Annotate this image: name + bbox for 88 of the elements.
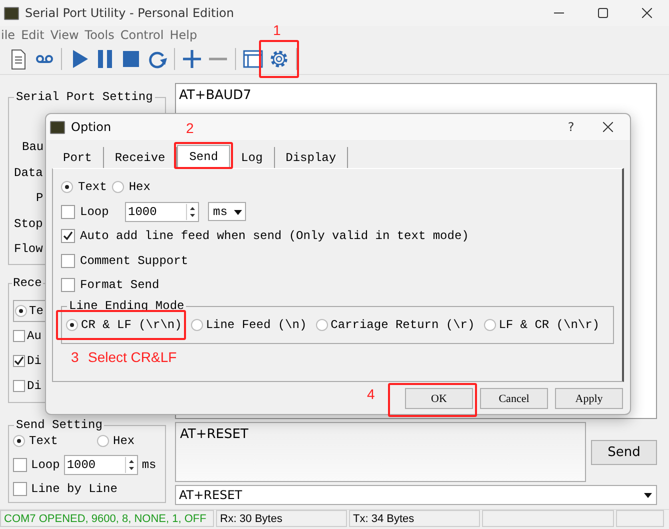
field-label: P <box>36 191 44 205</box>
help-button[interactable]: ? <box>556 120 586 134</box>
option-label: Auto add line feed when send (Only valid in text mode) <box>80 229 469 244</box>
option-label: Line by Line <box>31 482 118 496</box>
checkbox[interactable] <box>13 482 27 496</box>
app-icon <box>50 120 65 134</box>
dialog-title: Option <box>71 120 112 134</box>
settings-icon <box>268 48 290 70</box>
option-label: Format Send <box>80 278 160 292</box>
step-number: 1 <box>273 22 281 38</box>
field-label: Bau <box>22 140 44 154</box>
option-label: Comment Support <box>80 254 188 268</box>
number-field[interactable]: 1000 <box>125 202 199 222</box>
menu-item[interactable]: Control <box>120 28 164 42</box>
checkbox[interactable] <box>13 330 25 342</box>
maximize-icon[interactable] <box>598 8 608 18</box>
option-label: Carriage Return (\r) <box>330 318 475 332</box>
checkbox[interactable] <box>13 380 25 392</box>
send-text-area[interactable]: AT+RESET <box>175 422 586 482</box>
menu-item[interactable]: Tools <box>84 28 114 42</box>
window-icon <box>242 48 264 70</box>
plus-icon <box>181 48 203 70</box>
option-label: Au <box>27 328 42 342</box>
option-label: Di <box>27 378 42 392</box>
step-number: 4 <box>367 386 375 402</box>
field-label: Flow <box>14 242 43 256</box>
app-icon <box>4 6 19 20</box>
highlight-box <box>174 142 234 169</box>
tape-icon <box>34 54 54 64</box>
option-label: Text <box>29 434 58 448</box>
menu-item[interactable]: ile <box>1 28 16 42</box>
dialog-button[interactable]: Cancel <box>480 388 548 409</box>
menu-item[interactable]: Edit <box>21 28 44 42</box>
status-text: Rx: 30 Bytes <box>216 510 347 527</box>
dialog-button[interactable]: OK <box>405 388 473 409</box>
checkbox[interactable] <box>61 278 75 292</box>
checkbox[interactable] <box>61 204 75 219</box>
minus-icon <box>209 57 227 61</box>
checkbox[interactable] <box>61 254 75 268</box>
close-icon[interactable] <box>642 8 652 18</box>
group-title: Serial Port Setting <box>14 89 155 105</box>
option-label: CR & LF (\r\n) <box>81 318 182 332</box>
field-label: Stop <box>14 216 43 230</box>
annotation-text: Select CR&LF <box>88 349 177 365</box>
step-number: 2 <box>186 120 194 136</box>
radio-button[interactable] <box>15 304 27 316</box>
checkbox[interactable] <box>13 458 27 472</box>
stop-icon <box>120 48 142 70</box>
status-panel <box>616 510 664 527</box>
option-label: Hex <box>113 434 135 448</box>
checkbox[interactable] <box>13 354 25 366</box>
radio-button[interactable] <box>61 181 73 194</box>
group-title: Send Setting <box>14 417 104 433</box>
option-label: Line Feed (\n) <box>206 318 307 332</box>
radio-button[interactable] <box>190 318 203 330</box>
option-label: Te <box>29 304 44 318</box>
minimize-icon[interactable] <box>554 12 564 14</box>
radio-button[interactable] <box>112 181 124 194</box>
checkbox[interactable] <box>61 229 75 244</box>
tab[interactable]: Send <box>177 145 230 168</box>
radio-button[interactable] <box>66 318 78 330</box>
status-text: COM7 OPENED, 9600, 8, NONE, 1, OFF <box>0 510 214 527</box>
spinner-arrows-icon[interactable] <box>124 457 137 473</box>
menu-item[interactable]: View <box>50 28 79 42</box>
option-label: Hex <box>128 180 150 194</box>
radio-button[interactable] <box>316 318 328 330</box>
window-title: Serial Port Utility - Personal Edition <box>25 6 234 20</box>
send-button[interactable]: Send <box>591 440 657 464</box>
status-text: Tx: 34 Bytes <box>349 510 480 527</box>
spinner-arrows-icon[interactable] <box>186 204 198 220</box>
unit-label: ms <box>142 458 156 472</box>
option-label: Text <box>78 180 107 194</box>
dialog-button[interactable]: Apply <box>555 388 623 409</box>
close-icon[interactable] <box>603 122 613 132</box>
field-label: Data <box>14 166 43 180</box>
history-dropdown[interactable]: AT+RESET <box>175 485 657 505</box>
number-field[interactable]: 1000 <box>64 455 138 475</box>
radio-button[interactable] <box>484 318 496 330</box>
step-number: 3 <box>71 349 79 365</box>
unit-dropdown[interactable]: ms <box>208 202 246 222</box>
menu-item[interactable]: Help <box>170 28 198 42</box>
highlight-box <box>259 40 299 78</box>
option-label: LF & CR (\n\r) <box>498 318 600 332</box>
option-label: Loop <box>31 458 60 472</box>
radio-button[interactable] <box>13 435 25 447</box>
option-label: Loop <box>80 204 110 219</box>
option-label: Di <box>27 354 42 368</box>
radio-button[interactable] <box>97 435 109 447</box>
